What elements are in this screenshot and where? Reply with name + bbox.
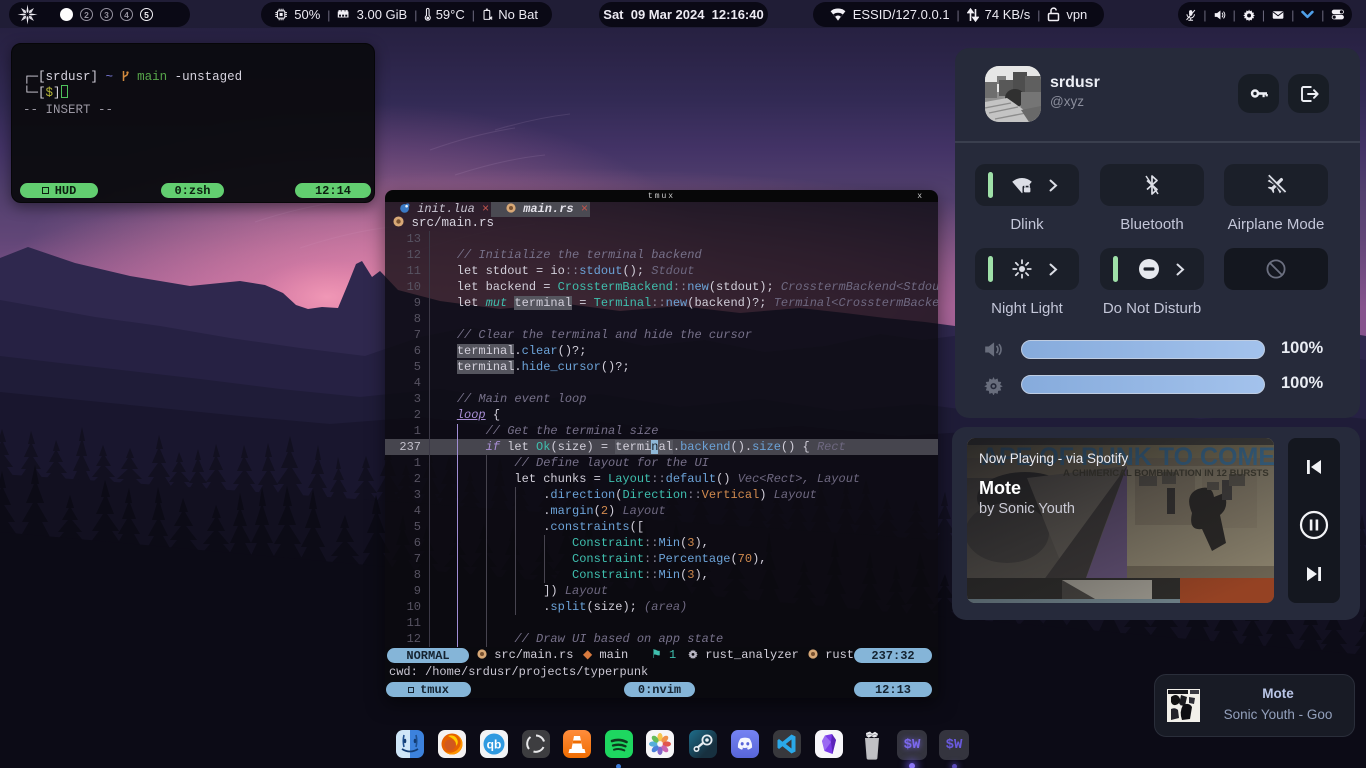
svg-text:qb: qb <box>486 738 501 752</box>
